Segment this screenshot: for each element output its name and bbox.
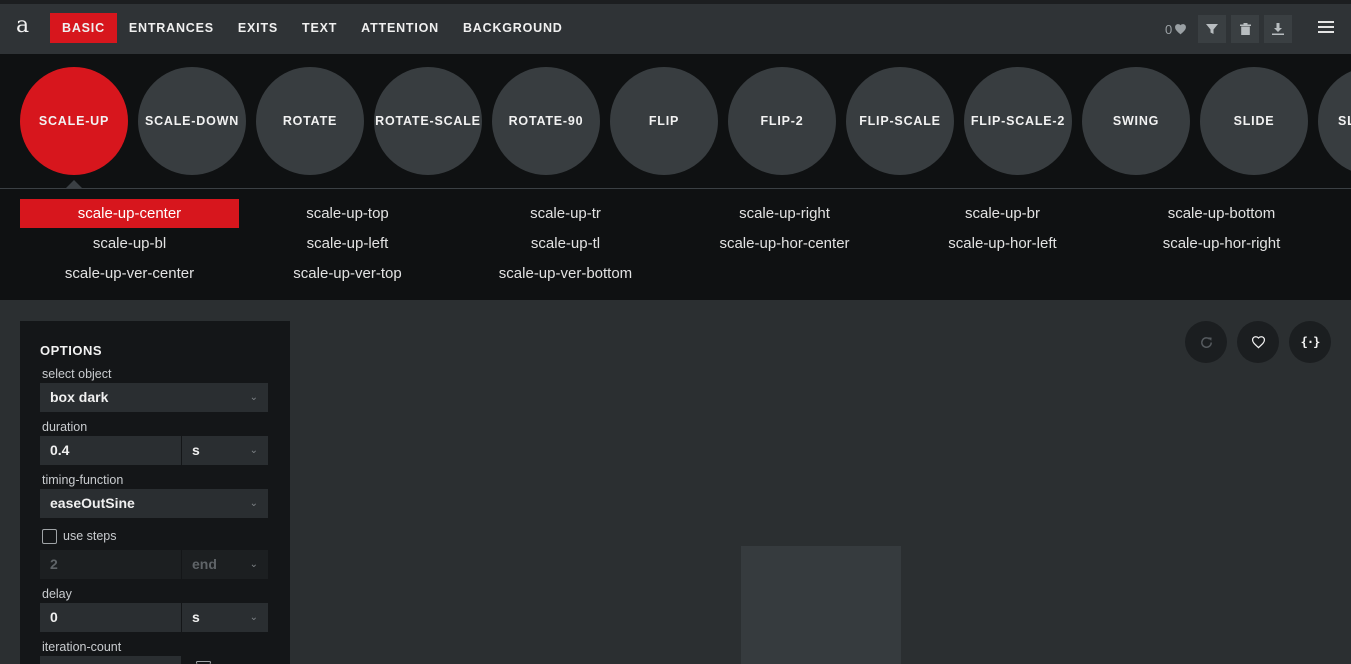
category-rotate-90[interactable]: ROTATE-90 bbox=[492, 67, 600, 175]
steps-position-value: end bbox=[192, 556, 217, 572]
options-panel: OPTIONS select object box dark ⌄ duratio… bbox=[20, 321, 290, 664]
variant-item[interactable]: scale-up-br bbox=[893, 199, 1112, 228]
options-title: OPTIONS bbox=[40, 343, 103, 358]
tab-exits[interactable]: EXITS bbox=[226, 13, 290, 43]
category-flip-scale[interactable]: FLIP-SCALE bbox=[846, 67, 954, 175]
replay-icon bbox=[1200, 336, 1212, 348]
category-slide[interactable]: SLIDE bbox=[1200, 67, 1308, 175]
variant-item[interactable]: scale-up-tl bbox=[456, 229, 675, 258]
category-scale-up[interactable]: SCALE-UP bbox=[20, 67, 128, 175]
animation-category-carousel: SCALE-UP SCALE-DOWN ROTATE ROTATE-SCALE … bbox=[0, 54, 1351, 188]
tab-text[interactable]: TEXT bbox=[290, 13, 349, 43]
category-partial[interactable]: SL bbox=[1318, 67, 1351, 175]
favorites-count: 0 bbox=[1165, 21, 1173, 37]
category-rotate[interactable]: ROTATE bbox=[256, 67, 364, 175]
chevron-down-icon: ⌄ bbox=[249, 445, 258, 456]
selected-category-pointer bbox=[66, 180, 82, 188]
timing-function-dropdown[interactable]: easeOutSine ⌄ bbox=[40, 489, 268, 518]
duration-unit-value: s bbox=[192, 442, 200, 458]
delay-unit-dropdown[interactable]: s ⌄ bbox=[182, 603, 268, 632]
delay-input[interactable]: 0 bbox=[40, 603, 181, 632]
tab-attention[interactable]: ATTENTION bbox=[349, 13, 451, 43]
filter-icon bbox=[1206, 24, 1219, 34]
filter-button[interactable] bbox=[1198, 15, 1227, 43]
duration-value: 0.4 bbox=[50, 442, 70, 458]
variant-item[interactable]: scale-up-ver-center bbox=[20, 259, 239, 288]
delay-unit-value: s bbox=[192, 609, 200, 625]
variant-item[interactable]: scale-up-tr bbox=[456, 199, 675, 228]
steps-count-value: 2 bbox=[50, 556, 58, 572]
category-flip-scale-2[interactable]: FLIP-SCALE-2 bbox=[964, 67, 1072, 175]
category-swing[interactable]: SWING bbox=[1082, 67, 1190, 175]
favorite-button[interactable] bbox=[1237, 321, 1279, 363]
download-button[interactable] bbox=[1264, 15, 1293, 43]
duration-label: duration bbox=[42, 420, 88, 434]
code-icon: {·} bbox=[1300, 335, 1321, 349]
delay-label: delay bbox=[42, 587, 72, 601]
chevron-down-icon: ⌄ bbox=[249, 498, 258, 509]
steps-position-dropdown[interactable]: end ⌄ bbox=[182, 550, 268, 579]
code-button[interactable]: {·} bbox=[1289, 321, 1331, 363]
variant-item[interactable]: scale-up-hor-left bbox=[893, 229, 1112, 258]
category-flip-2[interactable]: FLIP-2 bbox=[728, 67, 836, 175]
iteration-count-label: iteration-count bbox=[42, 640, 122, 654]
tab-basic[interactable]: BASIC bbox=[50, 13, 117, 43]
timing-function-value: easeOutSine bbox=[50, 495, 135, 511]
variant-item[interactable]: scale-up-left bbox=[238, 229, 457, 258]
heart-icon bbox=[1175, 24, 1187, 35]
category-flip[interactable]: FLIP bbox=[610, 67, 718, 175]
category-tabs: BASIC ENTRANCES EXITS TEXT ATTENTION BAC… bbox=[50, 13, 575, 43]
trash-icon bbox=[1239, 23, 1251, 35]
app-logo[interactable]: a bbox=[16, 14, 29, 38]
variant-item[interactable]: scale-up-top bbox=[238, 199, 457, 228]
iteration-count-input[interactable] bbox=[40, 656, 181, 664]
tab-background[interactable]: BACKGROUND bbox=[451, 13, 575, 43]
select-object-label: select object bbox=[42, 367, 112, 381]
select-object-value: box dark bbox=[50, 389, 109, 405]
download-icon bbox=[1272, 23, 1285, 35]
variant-item[interactable]: scale-up-hor-center bbox=[675, 229, 894, 258]
variant-item[interactable]: scale-up-bl bbox=[20, 229, 239, 258]
chevron-down-icon: ⌄ bbox=[249, 392, 258, 403]
favorite-icon bbox=[1251, 336, 1265, 349]
variant-item[interactable]: scale-up-ver-top bbox=[238, 259, 457, 288]
variant-item[interactable]: scale-up-right bbox=[675, 199, 894, 228]
use-steps-label: use steps bbox=[63, 529, 117, 543]
category-scale-down[interactable]: SCALE-DOWN bbox=[138, 67, 246, 175]
hamburger-menu-icon[interactable] bbox=[1318, 21, 1334, 35]
animation-variant-list: scale-up-center scale-up-top scale-up-tr… bbox=[0, 189, 1351, 300]
favorites-counter[interactable]: 0 bbox=[1165, 22, 1187, 37]
tab-entrances[interactable]: ENTRANCES bbox=[117, 13, 226, 43]
variant-item[interactable]: scale-up-hor-right bbox=[1112, 229, 1331, 258]
category-rotate-scale[interactable]: ROTATE-SCALE bbox=[374, 67, 482, 175]
animation-preview-box bbox=[741, 546, 901, 664]
duration-input[interactable]: 0.4 bbox=[40, 436, 181, 465]
chevron-down-icon: ⌄ bbox=[249, 559, 258, 570]
use-steps-checkbox[interactable] bbox=[42, 529, 57, 544]
delete-button[interactable] bbox=[1231, 15, 1260, 43]
top-navigation-bar: a BASIC ENTRANCES EXITS TEXT ATTENTION B… bbox=[0, 4, 1351, 54]
duration-unit-dropdown[interactable]: s ⌄ bbox=[182, 436, 268, 465]
select-object-dropdown[interactable]: box dark ⌄ bbox=[40, 383, 268, 412]
variant-item[interactable]: scale-up-center bbox=[20, 199, 239, 228]
timing-function-label: timing-function bbox=[42, 473, 124, 487]
steps-count-input[interactable]: 2 bbox=[40, 550, 181, 579]
delay-value: 0 bbox=[50, 609, 58, 625]
toolbar-right: 0 bbox=[1165, 14, 1293, 44]
variant-item[interactable]: scale-up-ver-bottom bbox=[456, 259, 675, 288]
chevron-down-icon: ⌄ bbox=[249, 612, 258, 623]
variant-item[interactable]: scale-up-bottom bbox=[1112, 199, 1331, 228]
replay-button[interactable] bbox=[1185, 321, 1227, 363]
